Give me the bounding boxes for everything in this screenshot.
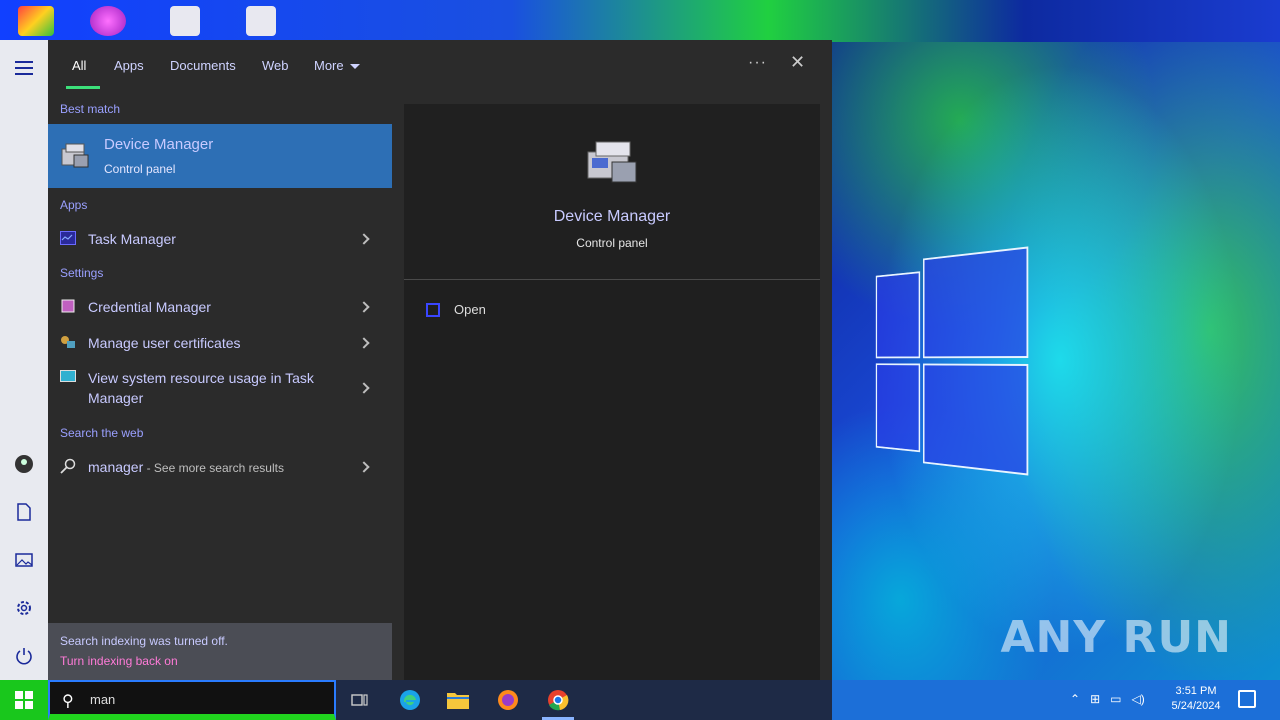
best-match-item[interactable]: Device Manager Control panel [48, 124, 392, 188]
clock-time: 3:51 PM [1175, 685, 1217, 697]
notification-icon[interactable] [1238, 690, 1256, 708]
section-settings: Settings [60, 266, 104, 280]
indexing-status-text: Search indexing was turned off. [60, 634, 228, 648]
task-view-icon[interactable] [346, 686, 374, 714]
start-rail [0, 40, 48, 680]
chevron-right-icon[interactable] [358, 301, 370, 313]
best-match-subtitle: Control panel [104, 162, 176, 176]
list-item-label: Task Manager [88, 231, 176, 247]
credential-manager-icon [61, 299, 75, 313]
firefox-icon[interactable] [494, 686, 522, 714]
turn-indexing-on-link[interactable]: Turn indexing back on [60, 654, 178, 668]
open-icon [426, 302, 440, 317]
documents-icon[interactable] [0, 492, 48, 532]
chevron-down-icon [349, 64, 360, 70]
file-explorer-icon[interactable] [444, 686, 472, 714]
tab-web[interactable]: Web [262, 58, 289, 73]
taskbar: ⚲ man ⌃ ⊞ ▭ ◁) 3:51 PM 5/24/2024 [0, 680, 1280, 720]
task-manager-icon [60, 231, 76, 245]
close-icon[interactable]: ✕ [790, 52, 805, 73]
chevron-right-icon[interactable] [358, 337, 370, 349]
web-query-suffix: - See more search results [143, 461, 284, 475]
list-item-label: Manage user certificates [88, 335, 241, 351]
preview-subtitle: Control panel [576, 236, 648, 250]
volume-icon[interactable]: ◁) [1131, 692, 1144, 706]
web-query: manager [88, 459, 144, 475]
app-icon[interactable] [90, 6, 126, 36]
list-item-label: Credential Manager [88, 299, 211, 315]
open-action[interactable]: Open [426, 302, 486, 317]
search-input-value: man [90, 692, 116, 707]
desktop-icons [0, 0, 340, 40]
list-item-view-resource-usage[interactable]: View system resource usage in Task Manag… [48, 364, 392, 412]
chevron-right-icon[interactable] [358, 233, 370, 245]
section-best-match: Best match [60, 102, 121, 116]
section-apps: Apps [60, 198, 88, 212]
taskbar-search-input[interactable]: ⚲ man [48, 680, 336, 720]
best-match-title: Device Manager [104, 136, 214, 153]
watermark: ANY RUN [1000, 612, 1232, 663]
certificate-icon [61, 336, 75, 348]
file-icon[interactable] [246, 6, 276, 36]
list-item-web-search[interactable]: manager - See more search results [48, 452, 392, 482]
hamburger-icon[interactable] [0, 48, 48, 88]
search-icon [60, 458, 76, 474]
results-list: Best match Device Manager Control panel … [48, 90, 392, 620]
preview-header: Device Manager Control panel [404, 104, 820, 280]
search-tabs: All Apps Documents Web More ··· ✕ [48, 40, 832, 90]
settings-gear-icon[interactable] [0, 588, 48, 628]
chevron-up-icon[interactable]: ⌃ [1070, 692, 1080, 706]
list-item-credential-manager[interactable]: Credential Manager [48, 292, 392, 322]
chevron-right-icon[interactable] [358, 461, 370, 473]
windows-icon [15, 691, 33, 709]
list-item-manage-certificates[interactable]: Manage user certificates [48, 328, 392, 358]
open-label: Open [454, 302, 486, 317]
tab-documents[interactable]: Documents [170, 58, 236, 73]
list-item-label: manager - See more search results [88, 457, 328, 478]
tab-all[interactable]: All [72, 58, 86, 73]
indexing-notice: Search indexing was turned off. Turn ind… [48, 623, 392, 680]
network-icon[interactable]: ⊞ [1090, 692, 1100, 706]
list-item-label: View system resource usage in Task Manag… [88, 370, 314, 406]
clock-date: 5/24/2024 [1171, 700, 1221, 712]
file-icon[interactable] [170, 6, 200, 36]
section-search-web: Search the web [60, 426, 144, 440]
tab-more[interactable]: More [314, 58, 360, 73]
windows-logo-wallpaper [875, 240, 1032, 480]
preview-title: Device Manager [553, 208, 671, 225]
account-icon[interactable] [0, 444, 48, 484]
app-icon[interactable] [18, 6, 54, 36]
chevron-right-icon[interactable] [358, 382, 370, 394]
device-manager-large-icon [587, 141, 637, 183]
device-manager-icon [61, 143, 89, 168]
tab-more-label: More [314, 58, 344, 73]
pictures-icon[interactable] [0, 540, 48, 580]
clock[interactable]: 3:51 PM 5/24/2024 [1166, 684, 1226, 714]
display-icon[interactable]: ▭ [1110, 692, 1121, 706]
more-options-button[interactable]: ··· [748, 54, 767, 72]
tab-apps[interactable]: Apps [114, 58, 144, 73]
resource-monitor-icon [60, 370, 76, 382]
start-button[interactable] [0, 680, 48, 720]
power-icon[interactable] [0, 636, 48, 676]
system-tray: ⌃ ⊞ ▭ ◁) [1070, 692, 1145, 706]
chrome-icon[interactable] [544, 686, 572, 714]
search-panel: All Apps Documents Web More ··· ✕ Best m… [48, 40, 832, 680]
active-tab-indicator [66, 86, 100, 89]
preview-pane: Device Manager Control panel Open [404, 104, 820, 680]
list-item-task-manager[interactable]: Task Manager [48, 224, 392, 254]
edge-icon[interactable] [396, 686, 424, 714]
search-icon: ⚲ [62, 693, 74, 710]
